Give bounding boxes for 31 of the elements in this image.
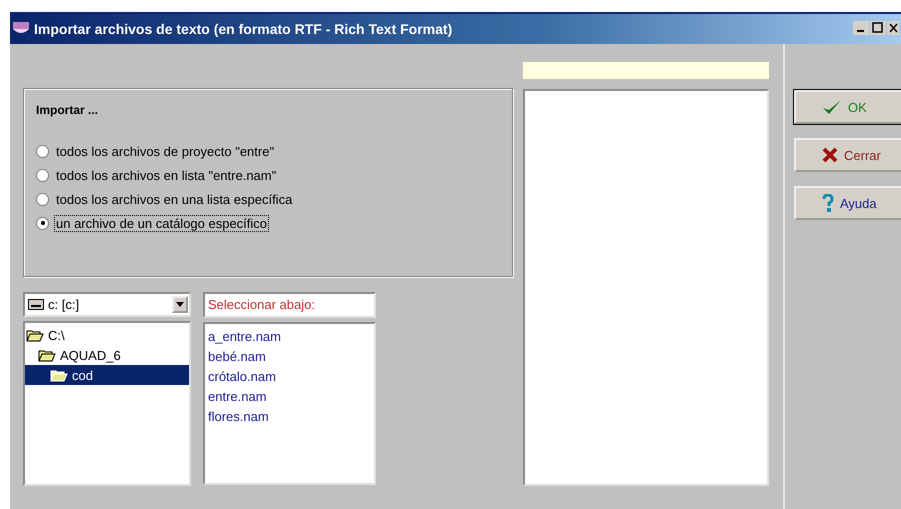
folder-icon (26, 328, 44, 342)
radio-button[interactable] (36, 168, 49, 182)
drive-icon (28, 299, 44, 310)
radio-button[interactable] (36, 192, 49, 206)
file-item[interactable]: a_entre.nam (208, 327, 371, 347)
folder-item[interactable]: AQUAD_6 (25, 345, 189, 365)
option-label: todos los archivos de proyecto "entre" (55, 142, 276, 160)
file-item[interactable]: bebé.nam (208, 347, 371, 367)
file-item[interactable]: flores.nam (208, 407, 371, 427)
check-icon (822, 99, 842, 115)
group-title: Importar ... (36, 103, 100, 117)
close-icon (822, 147, 838, 163)
option-label: todos los archivos en lista "entre.nam" (55, 166, 278, 184)
radio-button[interactable] (36, 216, 49, 230)
folder-item[interactable]: cod (25, 365, 189, 385)
caret-icon (176, 302, 184, 307)
drive-dropdown[interactable]: c: [c:] (23, 292, 191, 317)
folder-icon (50, 368, 68, 382)
option-label: todos los archivos en una lista específica (55, 190, 294, 208)
folder-icon (38, 348, 56, 362)
help-icon (822, 194, 834, 212)
folder-item[interactable]: C:\ (25, 325, 189, 345)
help-button[interactable]: Ayuda (794, 186, 901, 220)
close-button[interactable]: Cerrar (794, 138, 901, 172)
radio-button[interactable] (36, 144, 49, 158)
file-item[interactable]: crótalo.nam (208, 367, 371, 387)
window-controls-icon[interactable] (853, 21, 899, 37)
window-title: Importar archivos de texto (en formato RTF - Rich Text Format) (34, 21, 454, 37)
file-item[interactable]: entre.nam (208, 387, 371, 407)
file-list-header: Seleccionar abajo: (203, 292, 376, 318)
option-label: un archivo de un catálogo específico (54, 214, 270, 232)
